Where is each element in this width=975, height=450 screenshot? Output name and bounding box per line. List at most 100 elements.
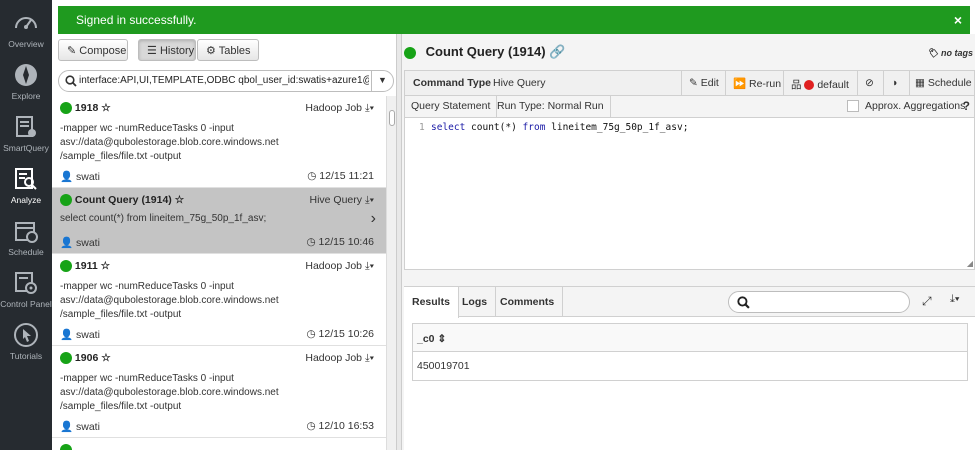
- approx-checkbox[interactable]: [847, 100, 859, 113]
- tables-button[interactable]: ⚙ Tables: [197, 39, 259, 61]
- download-icon[interactable]: ⤓▾: [365, 102, 374, 114]
- link-icon[interactable]: 🔗: [549, 44, 565, 59]
- nav-item-overview[interactable]: Overview: [0, 10, 52, 49]
- user-icon: 👤: [60, 237, 74, 249]
- item-time: ◷ 12/15 11:21: [307, 170, 374, 182]
- calendar-icon: ▦: [915, 77, 925, 89]
- nav-item-explore[interactable]: Explore: [0, 62, 52, 101]
- resize-handle-icon[interactable]: ◢: [967, 259, 973, 268]
- command-type-label: Command Type: [413, 77, 491, 89]
- tab-comments[interactable]: Comments: [492, 287, 564, 317]
- edit-button[interactable]: ✎ Edit: [689, 71, 719, 95]
- nav-item-analyze[interactable]: Analyze: [0, 166, 52, 205]
- history-panel: ✎ Compose ☰ History ⚙ Tables interface:A…: [52, 34, 396, 450]
- cluster-button[interactable]: 品 default: [791, 71, 849, 95]
- download-icon[interactable]: ⤓▾: [365, 352, 374, 364]
- nav-label: Overview: [8, 39, 44, 49]
- schedule-button[interactable]: ▦ Schedule: [915, 71, 972, 95]
- contrast-icon[interactable]: ◑: [891, 71, 897, 95]
- status-success-icon: [60, 102, 72, 115]
- query-panel: Count Query (1914) 🔗 🏷 no tags Command T…: [402, 34, 975, 450]
- link-share-icon[interactable]: ⊘: [865, 71, 874, 95]
- star-icon[interactable]: ☆: [101, 102, 110, 114]
- history-search[interactable]: interface:API,UI,TEMPLATE,ODBC qbol_user…: [58, 70, 394, 92]
- results-panel: Results Logs Comments ⤢ ⤓▾ _c0 ⇕ 4500197…: [404, 286, 975, 450]
- nav-item-schedule[interactable]: Schedule: [0, 218, 52, 257]
- close-icon[interactable]: ×: [954, 12, 962, 28]
- cluster-icon: 品: [791, 79, 802, 91]
- list-item[interactable]: [52, 438, 386, 450]
- item-body: -mapper wc -numReduceTasks 0 -input asv:…: [60, 123, 279, 162]
- results-table: _c0 ⇕ 450019701: [412, 323, 968, 381]
- status-success-icon: [60, 444, 72, 450]
- list-icon: ☰: [147, 45, 157, 57]
- history-label: History: [159, 45, 195, 57]
- tab-query-statement[interactable]: Query Statement: [405, 96, 498, 117]
- download-icon[interactable]: ⤓▾: [365, 194, 374, 206]
- list-item-selected[interactable]: Count Query (1914) ☆ Hive Query ⤓▾ selec…: [52, 188, 386, 254]
- list-item[interactable]: 1911 ☆ Hadoop Job ⤓▾ -mapper wc -numRedu…: [52, 254, 386, 346]
- run-type-label[interactable]: Run Type: Normal Run: [491, 96, 611, 117]
- star-icon[interactable]: ☆: [101, 260, 110, 272]
- nav-item-control-panel[interactable]: Control Panel: [0, 270, 52, 309]
- tab-logs[interactable]: Logs: [454, 287, 497, 317]
- list-item[interactable]: 1918 ☆ Hadoop Job ⤓▾ -mapper wc -numRedu…: [52, 96, 386, 188]
- rerun-button[interactable]: ⏩ Re-run: [733, 71, 781, 95]
- expand-icon[interactable]: ⤢: [922, 294, 932, 309]
- download-icon[interactable]: ⤓▾: [365, 260, 374, 272]
- item-user: 👤 swati: [60, 329, 100, 341]
- item-title: 1918 ☆: [60, 102, 111, 115]
- list-item[interactable]: 1906 ☆ Hadoop Job ⤓▾ -mapper wc -numRedu…: [52, 346, 386, 438]
- history-button[interactable]: ☰ History: [138, 39, 196, 61]
- search-icon: [65, 75, 77, 87]
- scrollbar-thumb[interactable]: [389, 110, 395, 126]
- tag-icon: 🏷: [927, 48, 939, 58]
- analyze-icon: [15, 168, 37, 190]
- chevron-right-icon[interactable]: ›: [371, 210, 376, 228]
- compose-icon: ✎: [67, 45, 77, 57]
- query-code[interactable]: select count(*) from lineitem_75g_50p_1f…: [431, 122, 688, 133]
- status-success-icon: [404, 46, 416, 59]
- list-scrollbar[interactable]: [386, 96, 396, 450]
- left-nav: Overview Explore SmartQuery Analyze Sche…: [0, 0, 52, 450]
- approx-aggregations[interactable]: Approx. Aggregations: [847, 100, 965, 113]
- tab-results[interactable]: Results: [404, 287, 459, 318]
- query-subbar: Query Statement Run Type: Normal Run App…: [404, 96, 975, 118]
- item-user: 👤 swati: [60, 171, 100, 183]
- tags-label[interactable]: 🏷 no tags: [927, 48, 973, 59]
- nav-item-tutorials[interactable]: Tutorials: [0, 322, 52, 361]
- search-input[interactable]: interface:API,UI,TEMPLATE,ODBC qbol_user…: [79, 75, 369, 86]
- item-type: Hadoop Job ⤓▾: [305, 352, 374, 364]
- query-title: Count Query (1914) 🔗: [404, 44, 565, 60]
- nav-item-smartquery[interactable]: SmartQuery: [0, 114, 52, 153]
- smartquery-icon: [16, 116, 36, 137]
- star-icon[interactable]: ☆: [101, 352, 110, 364]
- line-number: 1: [419, 122, 425, 133]
- status-success-icon: [60, 194, 72, 207]
- help-icon[interactable]: ?: [963, 99, 970, 113]
- nav-label: Tutorials: [9, 351, 43, 361]
- compose-button[interactable]: ✎ Compose: [58, 39, 128, 61]
- item-time: ◷ 12/15 10:46: [306, 236, 374, 248]
- clock-icon: ◷: [307, 170, 317, 182]
- compose-label: Compose: [79, 45, 127, 57]
- results-tabs: Results Logs Comments ⤢ ⤓▾: [404, 287, 975, 318]
- clock-icon: ◷: [306, 236, 316, 248]
- nav-label: Explore: [11, 91, 41, 101]
- item-time: ◷ 12/10 16:53: [306, 420, 374, 432]
- sort-icon[interactable]: ⇕: [437, 333, 446, 345]
- nav-label: Analyze: [10, 195, 42, 205]
- results-search-input[interactable]: [728, 291, 910, 313]
- item-title: 1906 ☆: [60, 352, 111, 365]
- clock-icon: ◷: [306, 328, 316, 340]
- gauge-icon: [15, 17, 37, 29]
- status-success-icon: [60, 352, 72, 365]
- tables-label: Tables: [218, 45, 251, 57]
- chevron-down-icon[interactable]: ▼: [371, 71, 393, 91]
- download-icon[interactable]: ⤓▾: [950, 293, 959, 306]
- star-icon[interactable]: ☆: [175, 194, 184, 206]
- query-editor[interactable]: 1 select count(*) from lineitem_75g_50p_…: [404, 118, 975, 270]
- user-icon: 👤: [60, 329, 74, 341]
- search-icon: [737, 296, 750, 309]
- column-header[interactable]: _c0 ⇕: [413, 324, 967, 352]
